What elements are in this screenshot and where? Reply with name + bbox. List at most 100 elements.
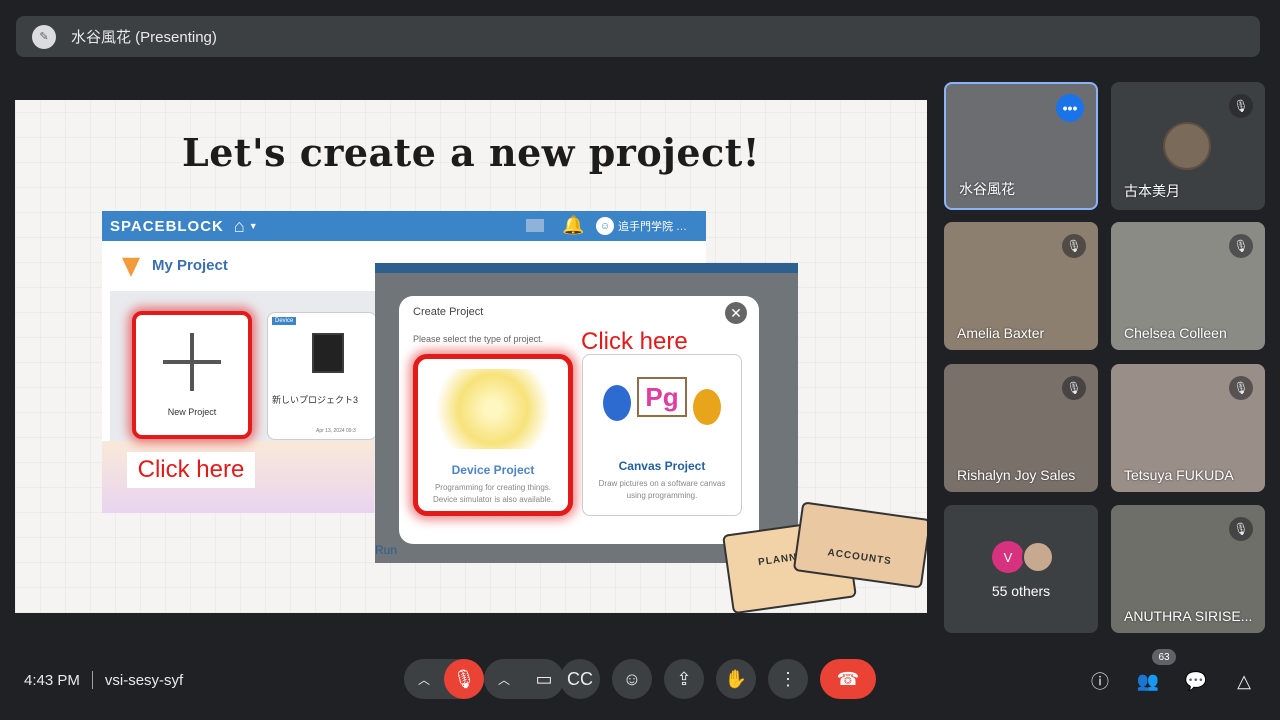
chat-icon: [526, 219, 544, 232]
meeting-code: vsi-sesy-syf: [104, 671, 184, 689]
more-options-icon[interactable]: •••: [1056, 94, 1084, 122]
shared-screen: Let's create a new project! SPACEBLOCK ⌂…: [15, 100, 927, 613]
captions-icon: CC: [560, 659, 600, 699]
click-here-left: Click here: [127, 452, 255, 488]
device-project-card: Device 新しいプロジェクト3 Apr 13, 2024 09:3: [267, 312, 377, 440]
presenter-avatar: ✎: [32, 24, 56, 49]
clock: 4:43 PM: [24, 671, 80, 689]
participant-name: Amelia Baxter: [957, 325, 1045, 341]
participant-tile-0[interactable]: ••• 水谷風花: [944, 82, 1098, 210]
activities-icon[interactable]: △: [1232, 669, 1256, 693]
camera-control-group: ︿ ▭: [484, 659, 564, 699]
my-project-header: My Project: [122, 253, 228, 277]
avatar: V: [992, 541, 1024, 573]
camera-button[interactable]: ▭: [524, 659, 564, 699]
chevron-up-icon[interactable]: ︿: [404, 671, 444, 688]
participant-name: Tetsuya FUKUDA: [1124, 467, 1234, 483]
school-avatar-icon: ☺: [596, 217, 614, 235]
more-options-button[interactable]: ⋮: [768, 659, 808, 699]
palette-icon: [693, 389, 721, 425]
dialog-subtitle: Please select the type of project.: [413, 334, 544, 344]
plus-icon: [163, 333, 221, 391]
divider: [91, 671, 93, 689]
device-badge: Device: [272, 317, 297, 325]
more-vert-icon: ⋮: [768, 659, 808, 699]
my-project-label: My Project: [152, 256, 228, 274]
books-illustration: PLANNER ACCOUNTS: [722, 500, 927, 613]
paint-splash-icon: [603, 385, 631, 421]
mic-off-icon: 🎙: [1229, 376, 1253, 400]
participant-tile-5[interactable]: 🎙 Tetsuya FUKUDA: [1111, 364, 1265, 492]
participant-name: 水谷風花: [959, 181, 1015, 197]
participant-name: Rishalyn Joy Sales: [957, 467, 1076, 483]
canvas-project-desc: Draw pictures on a software canvas using…: [598, 479, 726, 500]
click-here-right: Click here: [581, 328, 688, 355]
run-label: Run: [375, 543, 398, 557]
reactions-button[interactable]: ☺: [612, 659, 652, 699]
presentation-banner: ✎ 水谷風花 (Presenting): [16, 16, 1260, 57]
mic-control-group: ︿ 🎙: [404, 659, 484, 699]
home-icon: ⌂: [233, 215, 245, 236]
school-account: ☺ 追手門学院 …: [596, 217, 687, 235]
hand-icon: ✋: [716, 659, 756, 699]
canvas-project-option: Pg Canvas Project Draw pictures on a sof…: [582, 354, 742, 516]
avatar: [1163, 122, 1211, 170]
chevron-down-icon: ▼: [248, 221, 258, 231]
present-icon: ⇪: [664, 659, 704, 699]
close-icon: ✕: [725, 302, 747, 324]
captions-button[interactable]: CC: [560, 659, 600, 699]
info-icon[interactable]: ⓘ: [1088, 669, 1112, 693]
others-tile[interactable]: V 55 others: [944, 505, 1098, 633]
chat-icon[interactable]: 💬: [1184, 669, 1208, 693]
meeting-info: 4:43 PM vsi-sesy-syf: [24, 671, 183, 689]
create-project-dialog: Create Project ✕ Please select the type …: [399, 296, 759, 544]
hangup-icon: ☎: [836, 668, 860, 689]
participant-tile-2[interactable]: 🎙 Amelia Baxter: [944, 222, 1098, 350]
dialog-title: Create Project: [413, 306, 484, 318]
app-header: SPACEBLOCK ⌂ ▼ 🔔 ☺ 追手門学院 …: [102, 211, 706, 241]
slide-title: Let's create a new project!: [182, 130, 760, 175]
device-project-desc: Programming for creating things. Device …: [432, 483, 554, 504]
participant-name: ANUTHRA SIRISE...: [1124, 608, 1253, 624]
school-name: 追手門学院 …: [618, 221, 688, 233]
raise-hand-button[interactable]: ✋: [716, 659, 756, 699]
people-count-badge: 63: [1152, 649, 1176, 665]
canvas-easel-icon: Pg: [597, 365, 727, 445]
participant-name: 古本美月: [1124, 183, 1180, 199]
device-project-label: Device Project: [451, 463, 535, 477]
device-board-icon: [428, 369, 558, 449]
chevron-up-icon[interactable]: ︿: [484, 671, 524, 688]
device-project-name: 新しいプロジェクト3: [272, 395, 359, 405]
others-avatars: V: [992, 541, 1054, 573]
new-project-label: New Project: [167, 407, 217, 417]
others-label: 55 others: [991, 583, 1051, 599]
device-project-date: Apr 13, 2024 09:3: [316, 428, 356, 434]
participant-tile-6[interactable]: 🎙 ANUTHRA SIRISE...: [1111, 505, 1265, 633]
mic-off-icon: 🎙: [1062, 234, 1086, 258]
emoji-icon: ☺: [612, 659, 652, 699]
participant-tile-4[interactable]: 🎙 Rishalyn Joy Sales: [944, 364, 1098, 492]
mic-off-button[interactable]: 🎙: [444, 659, 484, 699]
end-call-button[interactable]: ☎: [820, 659, 876, 699]
participant-name: Chelsea Colleen: [1124, 325, 1227, 341]
mic-off-icon: 🎙: [1229, 234, 1253, 258]
new-project-card: New Project: [132, 311, 252, 439]
dialog-strip: [375, 263, 798, 273]
pg-glyph: Pg: [637, 377, 687, 417]
present-button[interactable]: ⇪: [664, 659, 704, 699]
mic-off-icon: 🎙: [1229, 517, 1253, 541]
avatar: [1022, 541, 1054, 573]
canvas-project-label: Canvas Project: [618, 459, 706, 473]
participant-tile-3[interactable]: 🎙 Chelsea Colleen: [1111, 222, 1265, 350]
board-icon: [312, 333, 344, 373]
presenter-label: 水谷風花 (Presenting): [71, 29, 217, 46]
carrot-icon: [122, 257, 140, 277]
app-brand: SPACEBLOCK: [110, 217, 224, 235]
accounts-label: ACCOUNTS: [826, 547, 893, 568]
mic-off-icon: 🎙: [1062, 376, 1086, 400]
device-project-option: Device Project Programming for creating …: [413, 354, 573, 516]
participant-tile-1[interactable]: 🎙 古本美月: [1111, 82, 1265, 210]
bell-icon: 🔔: [562, 215, 585, 235]
mic-off-icon: 🎙: [1229, 94, 1253, 118]
people-icon[interactable]: 👥: [1136, 669, 1160, 693]
